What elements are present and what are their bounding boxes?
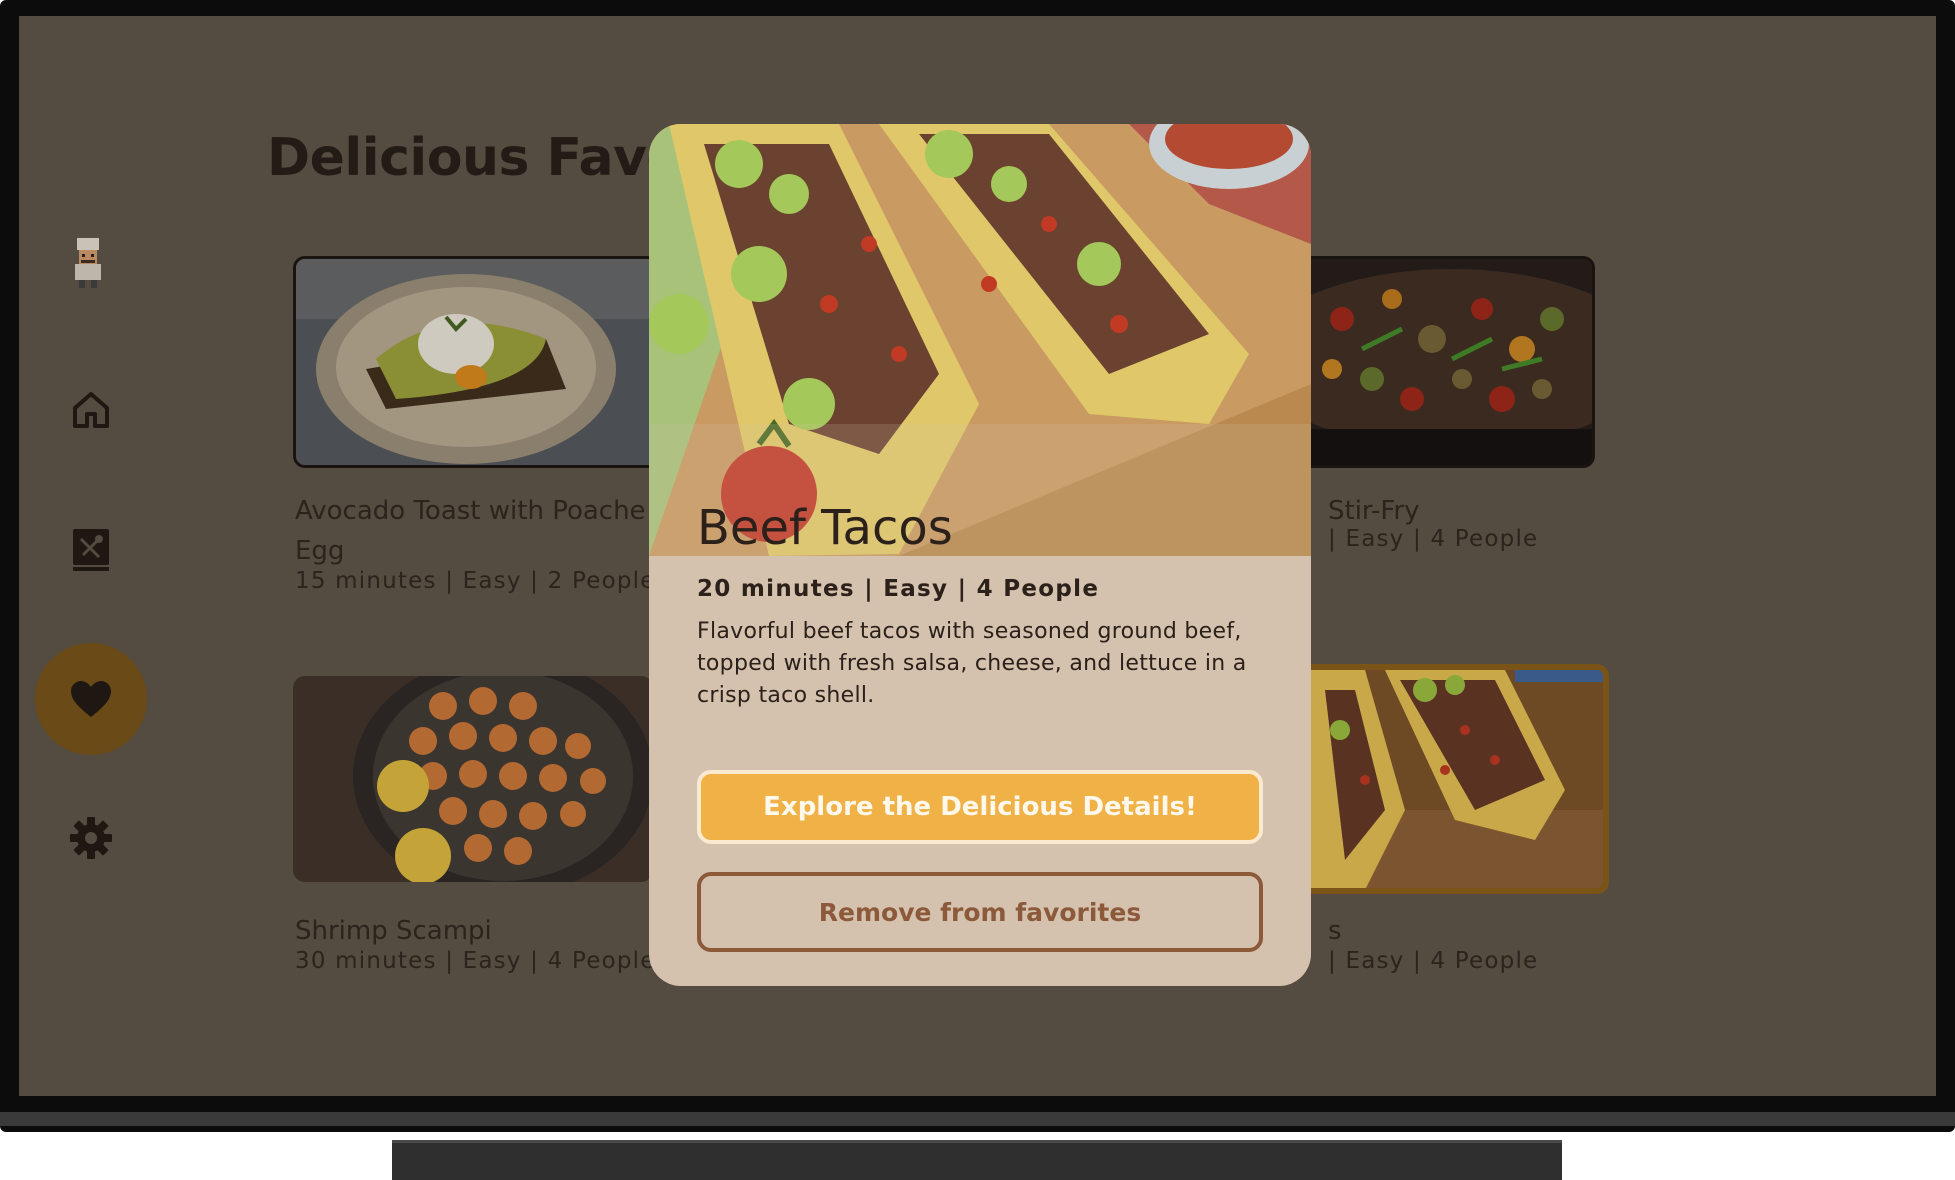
- recipe-card-meta: 15 minutes | Easy | 2 People: [295, 568, 656, 594]
- recipe-card-title-line: Avocado Toast with Poache: [295, 496, 646, 526]
- recipe-card-image[interactable]: [1299, 256, 1595, 468]
- recipe-card-title-line: Shrimp Scampi: [295, 916, 492, 946]
- nav-recipes-button[interactable]: [71, 526, 111, 574]
- dialog-meta: 20 minutes | Easy | 4 People: [697, 576, 1100, 602]
- tv-screen: Delicious Favor Avocado Toast with Poach…: [19, 16, 1936, 1096]
- tv-frame: Delicious Favor Avocado Toast with Poach…: [0, 0, 1955, 1132]
- recipe-card-title-line: Egg: [295, 536, 345, 566]
- home-icon: [73, 392, 109, 428]
- recipe-card-title-line: Stir-Fry: [1328, 496, 1420, 526]
- recipe-card-image[interactable]: [293, 256, 659, 468]
- recipe-card-title: Stir-Fry: [1328, 491, 1419, 531]
- tv-stand: [392, 1140, 1562, 1180]
- dialog-title: Beef Tacos: [697, 500, 953, 556]
- recipe-book-icon: [73, 529, 109, 571]
- heart-icon: [71, 681, 111, 717]
- recipe-card-meta: | Easy | 4 People: [1328, 526, 1539, 552]
- tv-bezel: [0, 1112, 1955, 1126]
- recipe-card-meta: 30 minutes | Easy | 4 People: [295, 948, 656, 974]
- recipe-card-meta: | Easy | 4 People: [1328, 948, 1539, 974]
- nav-home-button[interactable]: [71, 388, 111, 432]
- recipe-card-title: Avocado Toast with Poache Egg: [295, 491, 655, 571]
- nav-settings-button[interactable]: [69, 816, 113, 860]
- gear-icon: [70, 817, 112, 859]
- recipe-card-title: s: [1328, 911, 1342, 951]
- recipe-card-image[interactable]: [1299, 664, 1609, 894]
- explore-details-button[interactable]: Explore the Delicious Details!: [697, 770, 1263, 844]
- nav-favorites-button[interactable]: [35, 643, 147, 755]
- recipe-card-title: Shrimp Scampi: [295, 911, 492, 951]
- page-title: Delicious Favor: [267, 128, 707, 188]
- recipe-card-image[interactable]: [293, 676, 653, 882]
- recipe-card-title-line: s: [1328, 916, 1342, 946]
- chef-avatar-icon[interactable]: [69, 238, 107, 288]
- remove-favorite-button[interactable]: Remove from favorites: [697, 872, 1263, 952]
- dialog-description: Flavorful beef tacos with seasoned groun…: [697, 619, 1247, 708]
- recipe-hero-image: [649, 124, 1311, 556]
- recipe-detail-dialog: Beef Tacos 20 minutes | Easy | 4 People …: [649, 124, 1311, 986]
